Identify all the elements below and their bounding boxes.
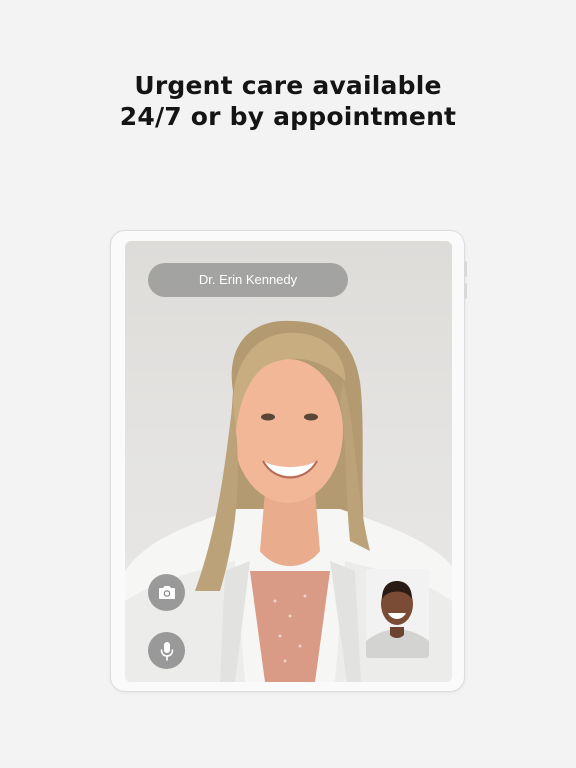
self-view-avatar bbox=[366, 569, 429, 658]
tablet-frame: Dr. Erin Kennedy bbox=[110, 230, 467, 692]
microphone-toggle-button[interactable] bbox=[148, 632, 185, 669]
tablet-side-button-1 bbox=[464, 261, 467, 277]
self-view-video[interactable] bbox=[366, 569, 429, 658]
caller-name-pill: Dr. Erin Kennedy bbox=[148, 263, 348, 297]
headline: Urgent care available 24/7 or by appoint… bbox=[0, 70, 576, 132]
tablet-side-button-2 bbox=[464, 283, 467, 299]
video-call-screen: Dr. Erin Kennedy bbox=[125, 241, 452, 682]
camera-icon bbox=[158, 586, 175, 599]
headline-line-1: Urgent care available bbox=[134, 71, 442, 100]
headline-line-2: 24/7 or by appointment bbox=[119, 102, 457, 131]
camera-toggle-button[interactable] bbox=[148, 574, 185, 611]
microphone-icon bbox=[160, 641, 173, 661]
